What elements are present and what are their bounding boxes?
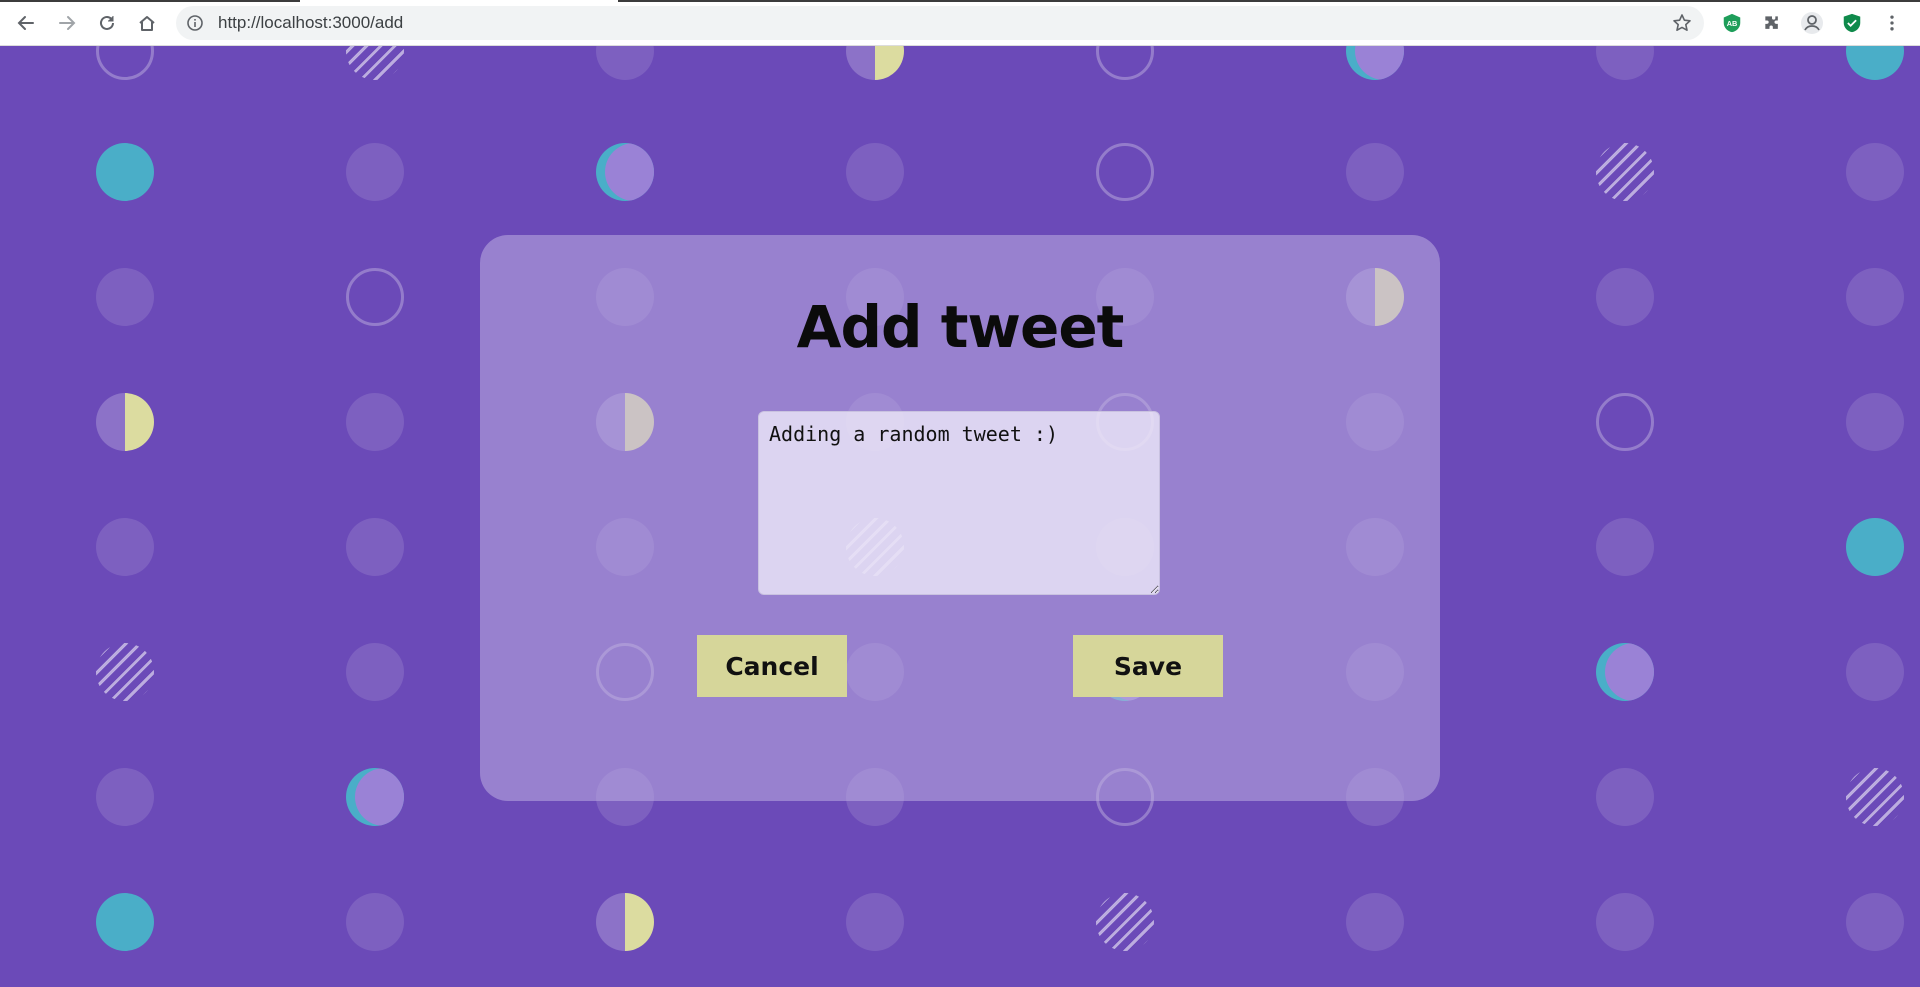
- striped-circle-decoration: [96, 643, 154, 701]
- ring-decoration: [346, 268, 404, 326]
- crescent-decoration: [346, 768, 404, 826]
- tweet-textarea[interactable]: Adding a random tweet :): [758, 411, 1160, 595]
- shield-icon[interactable]: [1840, 11, 1864, 35]
- half-moon-decoration: [846, 46, 904, 80]
- crescent-overlay: [355, 768, 404, 826]
- url-text[interactable]: http://localhost:3000/add: [218, 14, 403, 32]
- crescent-overlay: [1605, 643, 1654, 701]
- save-button[interactable]: Save: [1073, 635, 1223, 697]
- faint-circle-decoration: [1346, 893, 1404, 951]
- back-icon[interactable]: [12, 9, 40, 37]
- faint-circle-decoration: [346, 518, 404, 576]
- adblock-icon[interactable]: AB: [1720, 11, 1744, 35]
- half-moon-decoration: [96, 393, 154, 451]
- ring-decoration: [1596, 393, 1654, 451]
- half-moon-decoration: [596, 893, 654, 951]
- browser-toolbar: http://localhost:3000/add AB: [0, 0, 1920, 46]
- faint-circle-decoration: [1846, 893, 1904, 951]
- forward-icon[interactable]: [53, 9, 81, 37]
- crescent-decoration: [1346, 46, 1404, 80]
- star-icon[interactable]: [1672, 13, 1692, 33]
- faint-circle-decoration: [596, 46, 654, 80]
- add-tweet-card: Add tweet Adding a random tweet :) Cance…: [480, 235, 1440, 801]
- striped-circle-decoration: [1846, 768, 1904, 826]
- more-icon[interactable]: [1880, 11, 1904, 35]
- cancel-button[interactable]: Cancel: [697, 635, 847, 697]
- faint-circle-decoration: [346, 393, 404, 451]
- faint-circle-decoration: [1596, 518, 1654, 576]
- active-tab-edge: [300, 0, 618, 2]
- teal-circle-decoration: [1846, 518, 1904, 576]
- address-bar[interactable]: http://localhost:3000/add: [176, 6, 1704, 40]
- teal-circle-decoration: [1846, 46, 1904, 80]
- faint-circle-decoration: [346, 143, 404, 201]
- info-icon[interactable]: [186, 14, 204, 32]
- faint-circle-decoration: [1846, 143, 1904, 201]
- faint-circle-decoration: [1846, 643, 1904, 701]
- striped-circle-decoration: [1096, 893, 1154, 951]
- faint-circle-decoration: [1596, 46, 1654, 80]
- striped-circle-decoration: [1596, 143, 1654, 201]
- teal-circle-decoration: [96, 143, 154, 201]
- ring-decoration: [1096, 46, 1154, 80]
- page-title: Add tweet: [796, 293, 1125, 361]
- crescent-decoration: [1596, 643, 1654, 701]
- reload-icon[interactable]: [93, 9, 121, 37]
- profile-icon[interactable]: [1800, 11, 1824, 35]
- faint-circle-decoration: [1846, 268, 1904, 326]
- faint-circle-decoration: [346, 893, 404, 951]
- adblock-label: AB: [1727, 19, 1738, 28]
- ring-decoration: [96, 46, 154, 80]
- url-host: http://localhost:: [218, 13, 333, 32]
- faint-circle-decoration: [1846, 393, 1904, 451]
- faint-circle-decoration: [1596, 768, 1654, 826]
- faint-circle-decoration: [846, 143, 904, 201]
- crescent-overlay: [1355, 46, 1404, 80]
- faint-circle-decoration: [1596, 268, 1654, 326]
- crescent-overlay: [605, 143, 654, 201]
- crescent-decoration: [596, 143, 654, 201]
- teal-circle-decoration: [96, 893, 154, 951]
- url-path: 3000/add: [332, 13, 404, 32]
- extensions-icon[interactable]: [1760, 11, 1784, 35]
- faint-circle-decoration: [1596, 893, 1654, 951]
- faint-circle-decoration: [346, 643, 404, 701]
- tab-strip-edge: [0, 0, 1920, 2]
- faint-circle-decoration: [1346, 143, 1404, 201]
- faint-circle-decoration: [96, 768, 154, 826]
- home-icon[interactable]: [133, 9, 161, 37]
- faint-circle-decoration: [96, 518, 154, 576]
- faint-circle-decoration: [96, 268, 154, 326]
- striped-circle-decoration: [346, 46, 404, 80]
- ring-decoration: [1096, 143, 1154, 201]
- faint-circle-decoration: [846, 893, 904, 951]
